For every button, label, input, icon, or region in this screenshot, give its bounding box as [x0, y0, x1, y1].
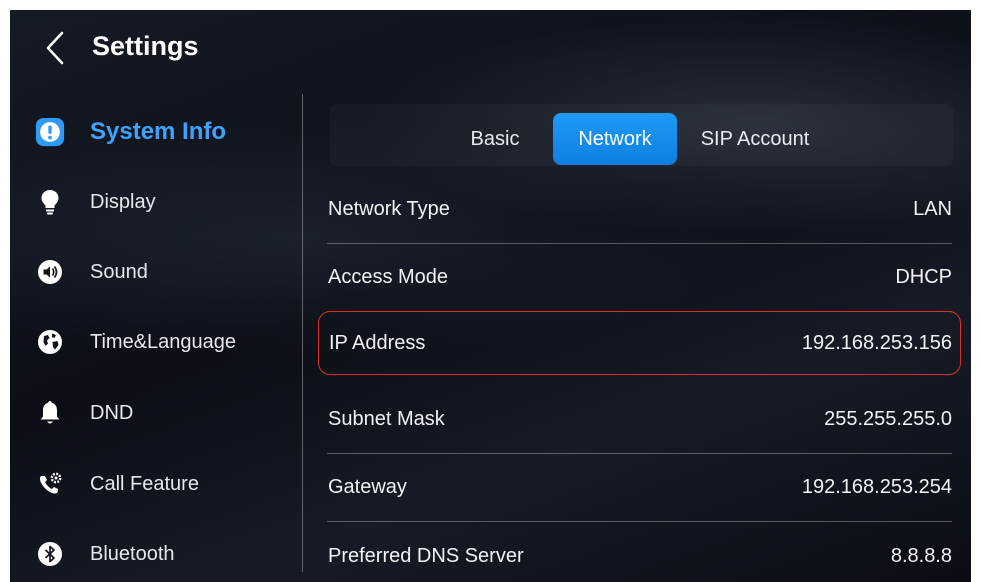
- header: Settings: [10, 10, 971, 80]
- sidebar-item-call-feature[interactable]: Call Feature: [35, 461, 295, 507]
- tab-sip-account[interactable]: SIP Account: [690, 114, 820, 164]
- sidebar-item-system-info[interactable]: System Info: [35, 109, 295, 155]
- sidebar-item-label: Sound: [90, 260, 148, 283]
- tab-network[interactable]: Network: [553, 113, 677, 165]
- list-item-ip-address: IP Address 192.168.253.156: [318, 311, 961, 375]
- sidebar-item-sound[interactable]: Sound: [35, 249, 295, 295]
- list-item-access-mode: Access Mode DHCP: [327, 244, 952, 312]
- sidebar-item-label: DND: [90, 401, 134, 424]
- row-label: Access Mode: [328, 266, 449, 288]
- bell-icon: [35, 398, 65, 428]
- bluetooth-icon: [35, 539, 65, 569]
- page-title: Settings: [92, 31, 199, 61]
- globe-icon: [35, 327, 65, 357]
- speaker-icon: [35, 257, 65, 287]
- list-item-preferred-dns: Preferred DNS Server 8.8.8.8: [327, 522, 952, 582]
- list-item-network-type: Network Type LAN: [327, 176, 952, 244]
- back-button[interactable]: [40, 30, 70, 66]
- row-label: Gateway: [328, 476, 407, 498]
- bulb-icon: [35, 187, 65, 217]
- phone-gear-icon: [35, 469, 65, 499]
- settings-screen: Settings System Info Display Sound Time&…: [10, 10, 971, 582]
- row-value: 8.8.8.8: [890, 544, 952, 567]
- row-value: 255.255.255.0: [824, 408, 952, 430]
- sidebar-item-dnd[interactable]: DND: [35, 390, 295, 436]
- row-value: 192.168.253.254: [801, 476, 952, 498]
- chevron-left-icon: [46, 31, 64, 65]
- tab-basic[interactable]: Basic: [450, 114, 540, 164]
- row-label: IP Address: [329, 331, 426, 354]
- sidebar-item-time-language[interactable]: Time&Language: [35, 319, 295, 365]
- sidebar-item-label: Time&Language: [90, 330, 237, 353]
- row-label: Network Type: [328, 198, 450, 220]
- sidebar-item-label: Display: [90, 190, 156, 213]
- list-item-gateway: Gateway 192.168.253.254: [327, 454, 952, 522]
- tab-bar: Basic Network SIP Account: [330, 104, 953, 166]
- row-label: Subnet Mask: [328, 408, 445, 430]
- sidebar-item-bluetooth[interactable]: Bluetooth: [35, 531, 295, 577]
- sidebar-item-label: Call Feature: [90, 472, 199, 495]
- list-item-subnet-mask: Subnet Mask 255.255.255.0: [327, 386, 952, 454]
- sidebar-item-display[interactable]: Display: [35, 179, 295, 225]
- row-value: DHCP: [895, 266, 952, 288]
- row-value: 192.168.253.156: [801, 331, 952, 354]
- row-label: Preferred DNS Server: [328, 544, 524, 567]
- sidebar-item-label: System Info: [90, 118, 227, 145]
- row-value: LAN: [913, 198, 952, 220]
- info-icon: [35, 117, 65, 147]
- sidebar-item-label: Bluetooth: [90, 542, 175, 565]
- sidebar-divider: [302, 94, 303, 572]
